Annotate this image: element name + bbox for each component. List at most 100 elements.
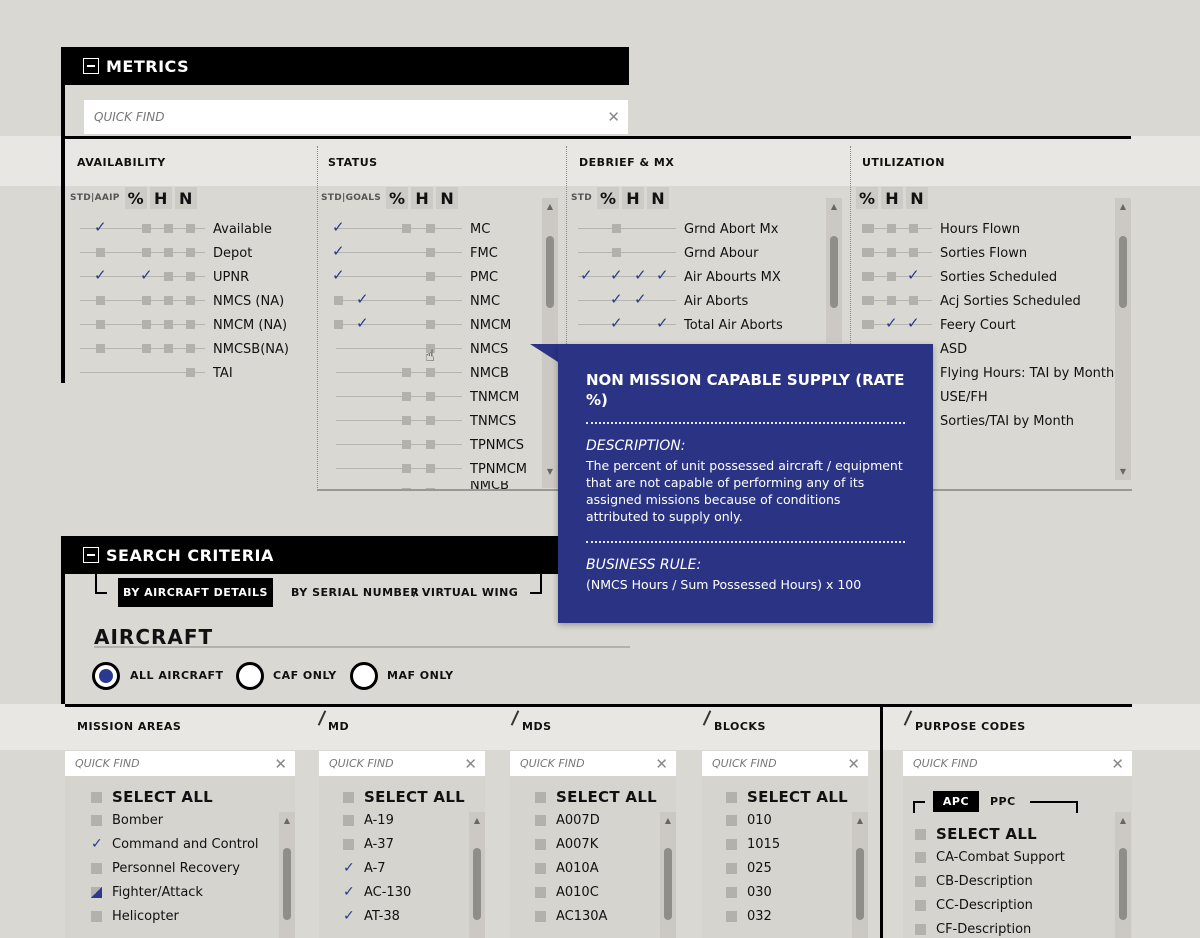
metric-row[interactable]: TNMCM: [328, 385, 542, 409]
blocks-quick-find[interactable]: QUICK FIND ✕: [702, 751, 868, 776]
check-icon[interactable]: ✓: [343, 909, 355, 923]
metric-checkbox[interactable]: [96, 296, 105, 305]
list-item[interactable]: CB-Description: [915, 874, 1033, 889]
status-scrollbar[interactable]: ▲ ▼: [542, 198, 558, 488]
metric-row[interactable]: NMCS (NA): [70, 289, 310, 313]
debrief-scrollbar[interactable]: ▲: [826, 198, 842, 343]
tab-virtual-wing[interactable]: / VIRTUAL WING: [413, 578, 518, 607]
collapse-icon[interactable]: [83, 58, 99, 74]
scroll-thumb[interactable]: [546, 236, 554, 308]
list-item[interactable]: Personnel Recovery: [91, 861, 240, 876]
metric-row[interactable]: ✓ NMCM: [328, 313, 542, 337]
metric-checkbox[interactable]: [186, 248, 195, 257]
metric-row[interactable]: ✓ ✓ Feery Court: [862, 313, 1112, 337]
metric-row[interactable]: Grnd Abort Mx: [578, 217, 823, 241]
level-hours[interactable]: H: [149, 187, 172, 209]
select-all-checkbox[interactable]: [343, 791, 354, 803]
metric-row[interactable]: ✓ ✓ Total Air Aborts: [578, 313, 823, 337]
metric-checkbox[interactable]: [426, 440, 435, 449]
item-checkbox[interactable]: [915, 876, 926, 887]
check-icon[interactable]: ✓: [656, 314, 669, 332]
metric-checkbox[interactable]: [164, 344, 173, 353]
item-checkbox[interactable]: [726, 887, 737, 898]
level-number[interactable]: N: [647, 187, 669, 209]
check-icon[interactable]: ✓: [580, 266, 593, 284]
item-checkbox[interactable]: [915, 852, 926, 863]
scroll-down-icon[interactable]: ▼: [542, 467, 558, 476]
list-item[interactable]: A-37: [343, 837, 394, 852]
metric-row[interactable]: Sorties Flown: [862, 241, 1112, 265]
scroll-thumb[interactable]: [283, 848, 291, 920]
clear-icon[interactable]: ✕: [1111, 755, 1124, 773]
check-icon[interactable]: ✓: [343, 885, 355, 899]
level-number[interactable]: N: [906, 187, 928, 209]
metric-checkbox[interactable]: [402, 392, 411, 401]
metric-row[interactable]: ✓ ✓ Air Aborts: [578, 289, 823, 313]
metric-checkbox[interactable]: [862, 320, 871, 329]
check-icon[interactable]: ✓: [907, 314, 920, 332]
check-icon[interactable]: ✓: [610, 314, 623, 332]
item-checkbox[interactable]: [726, 911, 737, 922]
select-all-item[interactable]: SELECT ALL: [535, 788, 657, 806]
list-item[interactable]: 032: [726, 909, 772, 924]
metric-checkbox[interactable]: [426, 368, 435, 377]
item-checkbox[interactable]: [535, 815, 546, 826]
item-checkbox[interactable]: [915, 924, 926, 935]
select-all-item[interactable]: SELECT ALL: [91, 788, 213, 806]
list-item[interactable]: 025: [726, 861, 772, 876]
scroll-thumb[interactable]: [664, 848, 672, 920]
check-icon[interactable]: ✓: [140, 266, 153, 284]
metric-row[interactable]: Acj Sorties Scheduled: [862, 289, 1112, 313]
metric-checkbox[interactable]: [142, 344, 151, 353]
scrollbar[interactable]: ▲: [660, 812, 676, 938]
item-checkbox[interactable]: [535, 887, 546, 898]
scroll-thumb[interactable]: [1119, 236, 1127, 308]
md-quick-find[interactable]: QUICK FIND ✕: [319, 751, 485, 776]
check-icon[interactable]: ✓: [94, 218, 107, 236]
item-checkbox[interactable]: [915, 900, 926, 911]
list-item[interactable]: A010A: [535, 861, 599, 876]
tab-ppc[interactable]: PPC: [990, 791, 1016, 812]
item-checkbox[interactable]: [726, 839, 737, 850]
metric-checkbox[interactable]: [612, 248, 621, 257]
metric-checkbox[interactable]: [887, 248, 896, 257]
metric-checkbox[interactable]: [862, 224, 871, 233]
check-icon[interactable]: ✓: [343, 861, 355, 875]
level-percent[interactable]: %: [124, 187, 147, 209]
list-item[interactable]: 030: [726, 885, 772, 900]
metric-checkbox[interactable]: [186, 224, 195, 233]
list-item[interactable]: CF-Description: [915, 922, 1031, 937]
metric-row[interactable]: NMCB: [328, 361, 542, 385]
metric-row[interactable]: NMCS: [328, 337, 542, 361]
metric-checkbox[interactable]: [426, 320, 435, 329]
metric-checkbox[interactable]: [142, 296, 151, 305]
metric-checkbox[interactable]: [164, 224, 173, 233]
metric-checkbox[interactable]: [142, 320, 151, 329]
select-all-checkbox[interactable]: [535, 791, 546, 803]
level-percent[interactable]: %: [597, 187, 619, 209]
metric-row[interactable]: ✓ Sorties Scheduled: [862, 265, 1112, 289]
item-checkbox[interactable]: [91, 815, 102, 826]
metric-row[interactable]: ✓ Available: [70, 217, 310, 241]
check-icon[interactable]: ✓: [356, 314, 369, 332]
item-checkbox[interactable]: [535, 863, 546, 874]
scrollbar[interactable]: ▲: [852, 812, 868, 938]
list-item[interactable]: CC-Description: [915, 898, 1033, 913]
level-hours[interactable]: H: [881, 187, 903, 209]
metric-checkbox[interactable]: [164, 320, 173, 329]
check-icon[interactable]: ✓: [94, 266, 107, 284]
metrics-quick-find[interactable]: QUICK FIND ✕: [84, 100, 628, 134]
metric-checkbox[interactable]: [887, 272, 896, 281]
select-all-item[interactable]: SELECT ALL: [915, 825, 1037, 843]
tab-aircraft-details[interactable]: BY AIRCRAFT DETAILS: [118, 578, 273, 607]
check-icon[interactable]: ✓: [91, 837, 103, 851]
metric-row[interactable]: Hours Flown: [862, 217, 1112, 241]
item-checkbox[interactable]: [535, 911, 546, 922]
metric-checkbox[interactable]: [426, 464, 435, 473]
scroll-up-icon[interactable]: ▲: [279, 816, 295, 825]
metric-checkbox[interactable]: [164, 296, 173, 305]
check-icon[interactable]: ✓: [656, 266, 669, 284]
metric-row[interactable]: NMCM (NA): [70, 313, 310, 337]
check-icon[interactable]: ✓: [634, 266, 647, 284]
check-icon[interactable]: ✓: [907, 266, 920, 284]
